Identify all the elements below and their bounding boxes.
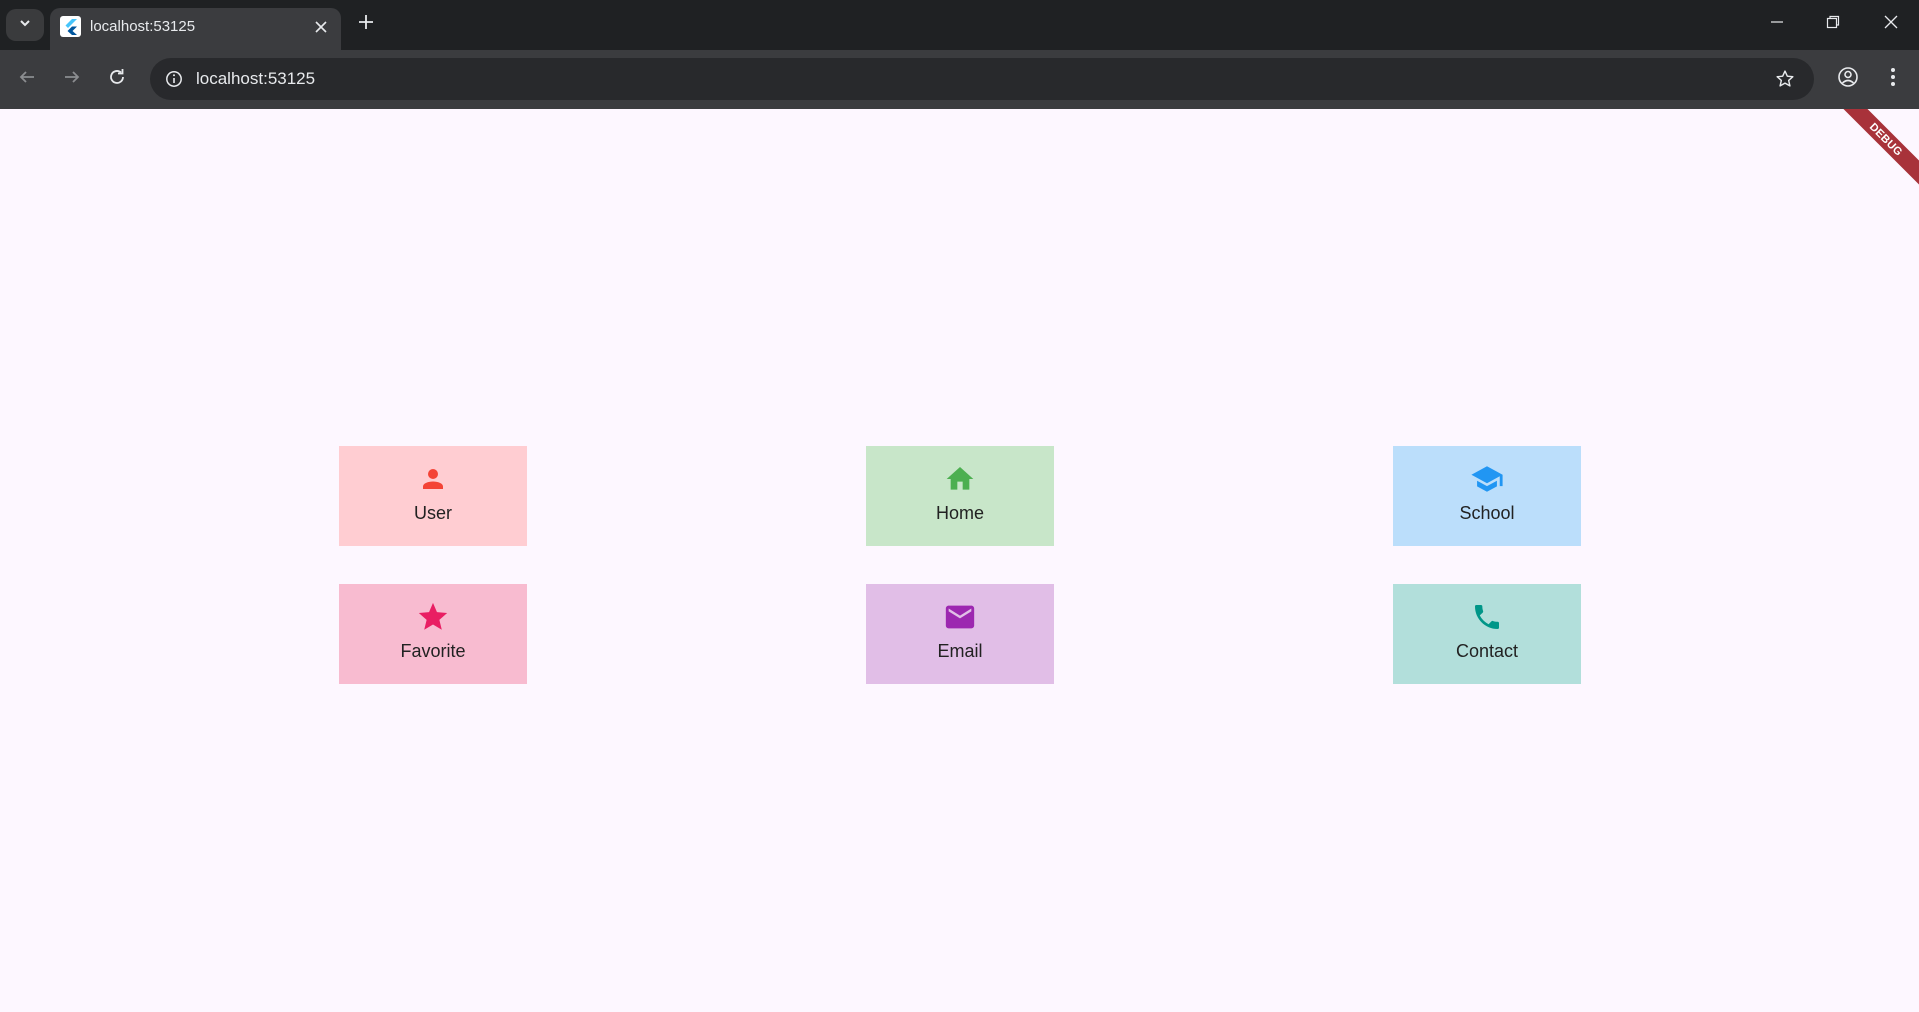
- card-label: Contact: [1455, 641, 1519, 661]
- menu-button[interactable]: [1876, 62, 1910, 96]
- restore-icon: [1826, 15, 1840, 34]
- card-label: User: [413, 503, 452, 523]
- tab-search-button[interactable]: [6, 9, 44, 41]
- account-circle-icon: [1837, 66, 1859, 93]
- minimize-button[interactable]: [1754, 6, 1800, 42]
- close-icon: [1884, 15, 1898, 34]
- new-tab-button[interactable]: [352, 10, 380, 38]
- arrow-right-icon: [63, 68, 81, 91]
- flutter-favicon-icon: [60, 16, 81, 37]
- card-school[interactable]: School: [1393, 446, 1581, 546]
- card-contact[interactable]: Contact: [1393, 584, 1581, 684]
- browser-toolbar: localhost:53125: [0, 50, 1919, 109]
- school-icon: [1470, 462, 1504, 496]
- card-favorite[interactable]: Favorite: [339, 584, 527, 684]
- browser-tab-strip: localhost:53125: [0, 0, 1919, 50]
- arrow-left-icon: [18, 68, 36, 91]
- star-icon: [416, 600, 450, 634]
- tab-title: localhost:53125: [90, 18, 196, 35]
- home-icon: [943, 462, 977, 496]
- forward-button[interactable]: [55, 62, 89, 96]
- close-tab-icon[interactable]: [311, 17, 331, 37]
- reload-icon: [108, 68, 126, 91]
- back-button[interactable]: [10, 62, 44, 96]
- more-vert-icon: [1890, 67, 1896, 92]
- card-user[interactable]: User: [339, 446, 527, 546]
- site-info-icon[interactable]: [158, 63, 190, 95]
- browser-tab[interactable]: localhost:53125: [50, 8, 341, 50]
- url-text[interactable]: localhost:53125: [196, 69, 315, 89]
- chevron-down-icon: [18, 16, 32, 35]
- card-home[interactable]: Home: [866, 446, 1054, 546]
- debug-banner-label: DEBUG: [1867, 120, 1905, 159]
- card-label: Email: [937, 641, 983, 661]
- card-email[interactable]: Email: [866, 584, 1054, 684]
- reload-button[interactable]: [100, 62, 134, 96]
- close-window-button[interactable]: [1868, 6, 1914, 42]
- card-label: Favorite: [400, 641, 466, 661]
- address-bar[interactable]: localhost:53125: [150, 58, 1814, 100]
- restore-button[interactable]: [1810, 6, 1856, 42]
- card-label: School: [1459, 503, 1515, 523]
- debug-banner: DEBUG: [1834, 109, 1919, 192]
- person-icon: [416, 462, 450, 496]
- phone-icon: [1470, 600, 1504, 634]
- card-label: Home: [935, 503, 984, 523]
- profile-button[interactable]: [1831, 62, 1865, 96]
- email-icon: [943, 600, 977, 634]
- page-viewport: DEBUG User Home School Favorite Email Co…: [0, 109, 1919, 1012]
- plus-icon: [358, 14, 374, 35]
- bookmark-star-icon[interactable]: [1770, 64, 1800, 94]
- minimize-icon: [1770, 15, 1784, 34]
